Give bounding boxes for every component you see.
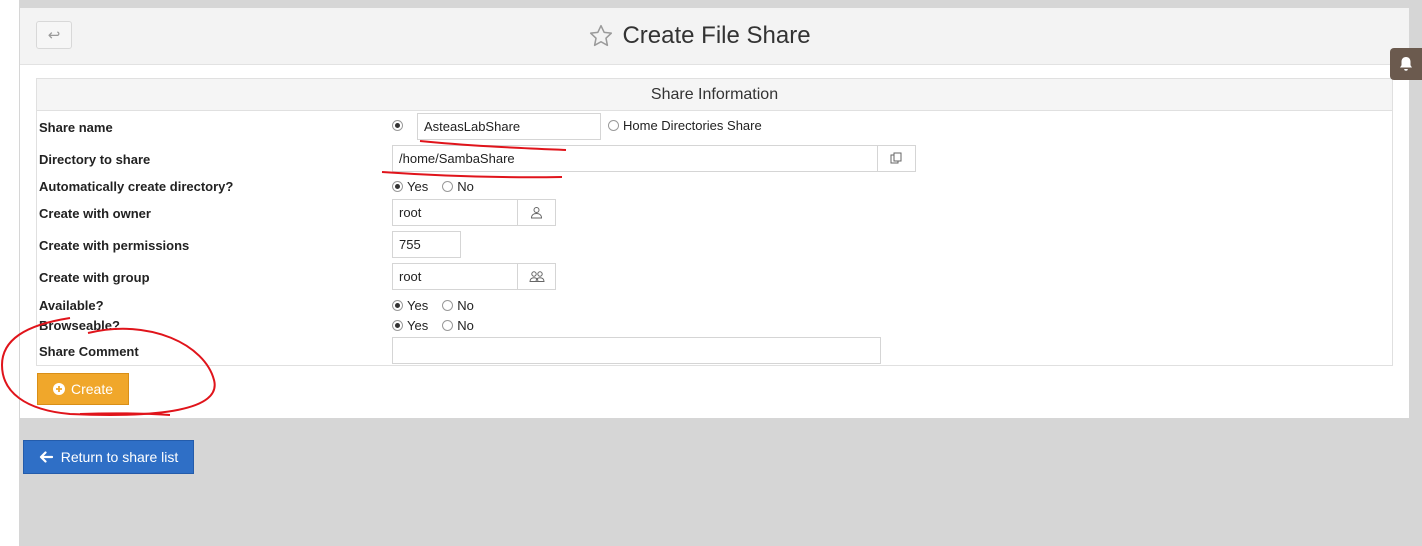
share-name-radio-named[interactable]	[392, 120, 403, 131]
return-button-label: Return to share list	[60, 449, 179, 465]
directory-input[interactable]: /home/SambaShare	[392, 145, 878, 172]
owner-input[interactable]: root	[392, 199, 518, 226]
available-no-radio[interactable]	[442, 300, 454, 311]
group-chooser-button[interactable]	[517, 263, 556, 290]
star-outline-icon[interactable]	[588, 23, 614, 49]
title-wrap: Create File Share	[20, 8, 1379, 64]
browseable-no-radio[interactable]	[442, 320, 454, 331]
create-share-panel: ↩ Create File Share Share Information Sh…	[20, 8, 1409, 418]
available-yes-radio[interactable]	[392, 300, 403, 311]
permissions-label: Create with permissions	[39, 238, 190, 253]
home-directories-label: Home Directories Share	[623, 118, 762, 133]
permissions-input[interactable]: 755	[392, 231, 461, 258]
bell-icon	[1400, 57, 1412, 71]
auto-create-yes-radio[interactable]	[392, 181, 403, 192]
share-information-section: Share Information Share name AsteasLabSh…	[36, 78, 1393, 366]
user-icon	[530, 207, 543, 219]
group-label: Create with group	[39, 270, 150, 285]
owner-chooser-button[interactable]	[517, 199, 556, 226]
comment-label: Share Comment	[39, 344, 139, 359]
plus-circle-icon	[52, 383, 65, 395]
home-directories-option[interactable]: Home Directories Share	[608, 118, 762, 133]
browseable-yes-label: Yes	[407, 318, 429, 333]
browseable-options: Yes No	[392, 318, 474, 333]
left-margin	[0, 0, 19, 546]
auto-create-options: Yes No	[392, 179, 474, 194]
file-chooser-icon	[890, 152, 902, 164]
directory-label: Directory to share	[39, 152, 151, 167]
group-input[interactable]: root	[392, 263, 518, 290]
section-title: Share Information	[37, 79, 1392, 111]
directory-chooser-button[interactable]	[877, 145, 916, 172]
share-name-label: Share name	[39, 120, 113, 135]
page-title: Create File Share	[622, 22, 811, 49]
group-icon	[528, 271, 545, 282]
create-button[interactable]: Create	[37, 373, 129, 405]
auto-create-yes-label: Yes	[407, 179, 429, 194]
auto-create-no-label: No	[457, 179, 474, 194]
share-name-input[interactable]: AsteasLabShare	[417, 113, 601, 140]
radio-home-directories[interactable]	[608, 120, 619, 131]
browseable-label: Browseable?	[39, 318, 120, 333]
available-options: Yes No	[392, 298, 474, 313]
auto-create-label: Automatically create directory?	[39, 179, 234, 194]
browseable-no-label: No	[457, 318, 474, 333]
available-yes-label: Yes	[407, 298, 429, 313]
owner-label: Create with owner	[39, 206, 151, 221]
available-no-label: No	[457, 298, 474, 313]
comment-input[interactable]	[392, 337, 881, 364]
panel-header: ↩ Create File Share	[20, 8, 1409, 65]
return-to-share-list-button[interactable]: Return to share list	[23, 440, 194, 474]
create-button-label: Create	[70, 381, 114, 397]
available-label: Available?	[39, 298, 104, 313]
browseable-yes-radio[interactable]	[392, 320, 403, 331]
auto-create-no-radio[interactable]	[442, 181, 454, 192]
radio-named-share[interactable]	[392, 120, 403, 131]
notification-tab[interactable]	[1390, 48, 1422, 80]
arrow-left-icon	[39, 451, 53, 463]
